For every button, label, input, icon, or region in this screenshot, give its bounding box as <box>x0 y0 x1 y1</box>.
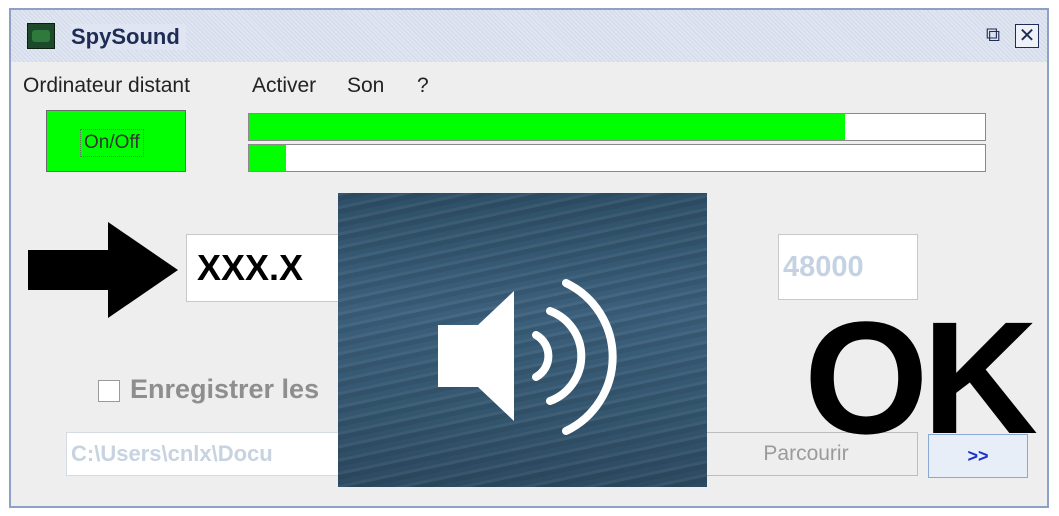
restore-button[interactable]: ⧉ <box>981 24 1005 48</box>
window-title: SpySound <box>71 24 186 50</box>
level-meter-bottom <box>248 144 986 172</box>
record-label: Enregistrer les <box>130 374 320 404</box>
speaker-volume-icon <box>438 279 617 435</box>
onoff-label: On/Off <box>80 129 144 157</box>
save-path-field[interactable]: C:\Users\cnlx\Docu <box>66 432 346 476</box>
app-icon <box>27 23 55 49</box>
menu-bar: Ordinateur distant Activer Son ? <box>11 64 1047 106</box>
ok-status-text: OK <box>804 288 1038 467</box>
sound-overlay <box>338 193 707 487</box>
record-checkbox[interactable] <box>98 380 120 402</box>
close-button[interactable]: ✕ <box>1015 24 1039 48</box>
level-meter-top <box>248 113 986 141</box>
onoff-button[interactable]: On/Off <box>46 110 186 172</box>
menu-son[interactable]: Son <box>347 74 384 98</box>
ip-address-field[interactable]: XXX.X <box>186 234 346 302</box>
menu-ordinateur-distant[interactable]: Ordinateur distant <box>23 74 190 98</box>
menu-activer[interactable]: Activer <box>252 74 316 98</box>
level-meter-bottom-fill <box>249 145 286 171</box>
arrow-right-icon <box>28 222 178 318</box>
menu-help[interactable]: ? <box>417 74 429 98</box>
level-meter-top-fill <box>249 114 846 140</box>
title-bar[interactable]: SpySound ⧉ ✕ <box>11 10 1047 62</box>
